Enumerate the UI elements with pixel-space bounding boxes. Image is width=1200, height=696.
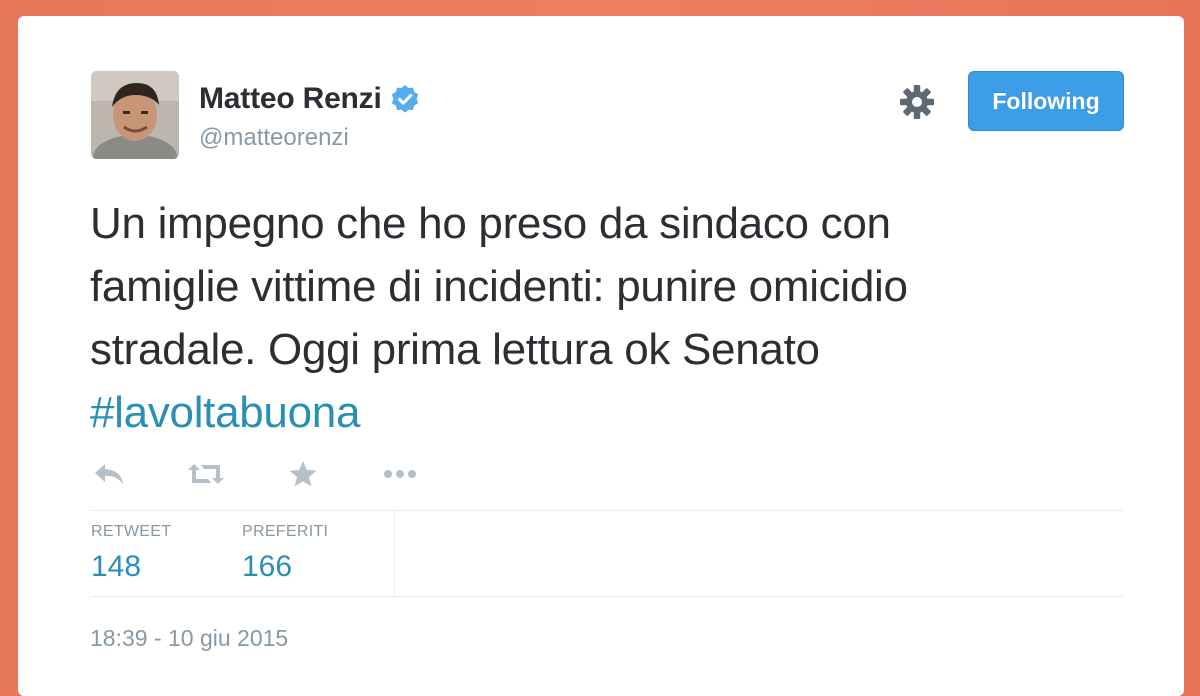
following-button[interactable]: Following: [968, 71, 1124, 131]
retweet-icon: [188, 464, 224, 484]
stats-separator: [394, 511, 395, 596]
divider: [90, 510, 1124, 511]
more-button[interactable]: [381, 458, 419, 490]
display-name-text: Matteo Renzi: [199, 82, 382, 115]
favorites-stat[interactable]: PREFERITI 166: [242, 523, 328, 584]
retweet-count: 148: [91, 550, 142, 583]
divider: [90, 596, 1124, 597]
retweet-button[interactable]: [187, 458, 225, 490]
favorite-button[interactable]: [284, 458, 322, 490]
gear-icon[interactable]: [898, 83, 936, 121]
tweet-actions: [90, 454, 478, 494]
tweet-line: famiglie vittime di incidenti: punire om…: [90, 262, 908, 311]
reply-button[interactable]: [90, 458, 128, 490]
user-handle[interactable]: @matteorenzi: [199, 124, 349, 152]
more-icon: [384, 470, 416, 478]
avatar[interactable]: [91, 71, 179, 159]
tweet-timestamp[interactable]: 18:39 - 10 giu 2015: [90, 625, 288, 652]
retweet-stat[interactable]: RETWEET 148: [91, 523, 171, 584]
display-name[interactable]: Matteo Renzi: [199, 82, 420, 116]
tweet-text: Un impegno che ho preso da sindaco con f…: [90, 192, 1120, 444]
favorites-label: PREFERITI: [242, 523, 329, 540]
reply-icon: [95, 464, 123, 484]
tweet-line: stradale. Oggi prima lettura ok Senato: [90, 325, 820, 374]
favorite-icon: [289, 461, 317, 487]
tweet-line: Un impegno che ho preso da sindaco con: [90, 199, 891, 248]
tweet-card: Matteo Renzi @matteorenzi Following Un i…: [18, 16, 1184, 696]
verified-icon: [391, 85, 418, 113]
retweet-label: RETWEET: [91, 523, 172, 540]
hashtag-link[interactable]: #lavoltabuona: [90, 388, 360, 437]
favorites-count: 166: [242, 550, 293, 583]
